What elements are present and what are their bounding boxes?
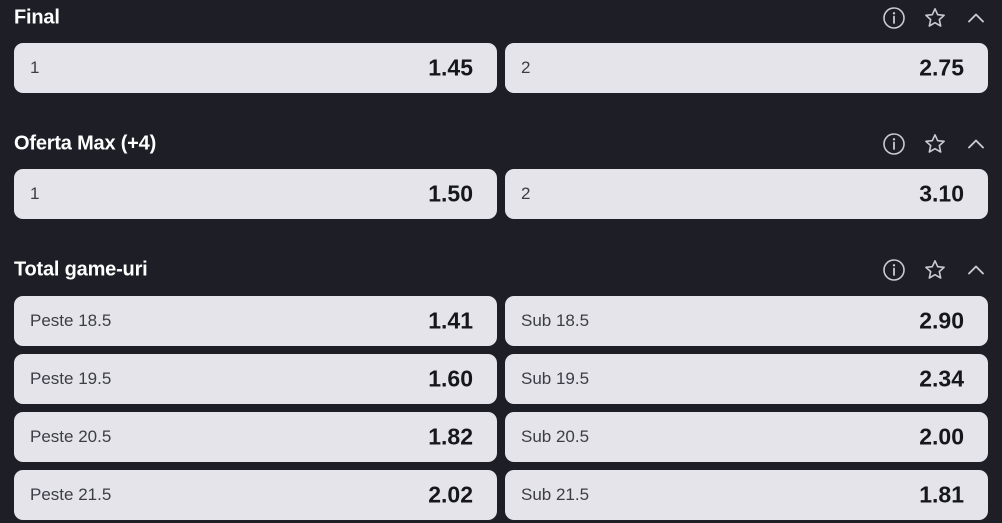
- odd-label: Peste 19.5: [30, 369, 112, 388]
- odd-button[interactable]: Peste 18.5 1.41: [14, 296, 497, 346]
- market-oferta-max: Oferta Max (+4) 1 1.50 2 3.10: [0, 126, 1002, 219]
- odd-label: Peste 21.5: [30, 485, 112, 504]
- odd-label: Sub 19.5: [521, 369, 590, 388]
- market-title: Total game-uri: [14, 258, 148, 281]
- chevron-up-icon[interactable]: [964, 6, 988, 30]
- odd-value: 2.75: [919, 54, 964, 81]
- market-title: Final: [14, 6, 60, 29]
- odd-value: 2.02: [428, 481, 473, 508]
- odd-button[interactable]: Sub 18.5 2.90: [505, 296, 988, 346]
- odd-label: 2: [521, 184, 531, 203]
- market-actions: [882, 132, 988, 156]
- market-total-games: Total game-uri Peste 18.5 1.41 Sub 18.5 …: [0, 252, 1002, 520]
- star-icon[interactable]: [923, 6, 947, 30]
- chevron-up-icon[interactable]: [964, 258, 988, 282]
- market-final: Final 1 1.45 2 2.75: [0, 0, 1002, 93]
- market-header[interactable]: Final: [0, 0, 1002, 36]
- info-icon[interactable]: [882, 132, 906, 156]
- odd-value: 2.90: [919, 307, 964, 334]
- odds-grid: 1 1.50 2 3.10: [14, 169, 988, 219]
- odd-label: Peste 20.5: [30, 427, 112, 446]
- odd-button[interactable]: Sub 20.5 2.00: [505, 412, 988, 462]
- star-icon[interactable]: [923, 132, 947, 156]
- odd-value: 1.81: [919, 481, 964, 508]
- odd-value: 1.82: [428, 423, 473, 450]
- odd-value: 2.00: [919, 423, 964, 450]
- odd-label: Peste 18.5: [30, 311, 112, 330]
- odd-button[interactable]: Peste 20.5 1.82: [14, 412, 497, 462]
- chevron-up-icon[interactable]: [964, 132, 988, 156]
- odd-value: 1.41: [428, 307, 473, 334]
- odd-button[interactable]: 1 1.45: [14, 43, 497, 93]
- odd-value: 1.50: [428, 180, 473, 207]
- odd-button[interactable]: Sub 19.5 2.34: [505, 354, 988, 404]
- odd-button[interactable]: Peste 19.5 1.60: [14, 354, 497, 404]
- market-title: Oferta Max (+4): [14, 132, 157, 155]
- market-actions: [882, 258, 988, 282]
- odd-value: 1.60: [428, 365, 473, 392]
- odd-label: Sub 20.5: [521, 427, 590, 446]
- market-header[interactable]: Total game-uri: [0, 252, 1002, 288]
- info-icon[interactable]: [882, 258, 906, 282]
- info-icon[interactable]: [882, 6, 906, 30]
- odd-button[interactable]: 2 2.75: [505, 43, 988, 93]
- odds-grid: Peste 18.5 1.41 Sub 18.5 2.90 Peste 19.5…: [14, 296, 988, 520]
- star-icon[interactable]: [923, 258, 947, 282]
- market-header[interactable]: Oferta Max (+4): [0, 126, 1002, 162]
- odds-grid: 1 1.45 2 2.75: [14, 43, 988, 93]
- odd-label: 1: [30, 58, 40, 77]
- odd-value: 1.45: [428, 54, 473, 81]
- odd-label: 2: [521, 58, 531, 77]
- market-actions: [882, 6, 988, 30]
- odd-label: Sub 18.5: [521, 311, 590, 330]
- odd-label: Sub 21.5: [521, 485, 590, 504]
- odd-value: 2.34: [919, 365, 964, 392]
- odd-button[interactable]: Peste 21.5 2.02: [14, 470, 497, 520]
- odd-button[interactable]: 2 3.10: [505, 169, 988, 219]
- odd-value: 3.10: [919, 180, 964, 207]
- odd-button[interactable]: 1 1.50: [14, 169, 497, 219]
- odd-label: 1: [30, 184, 40, 203]
- odd-button[interactable]: Sub 21.5 1.81: [505, 470, 988, 520]
